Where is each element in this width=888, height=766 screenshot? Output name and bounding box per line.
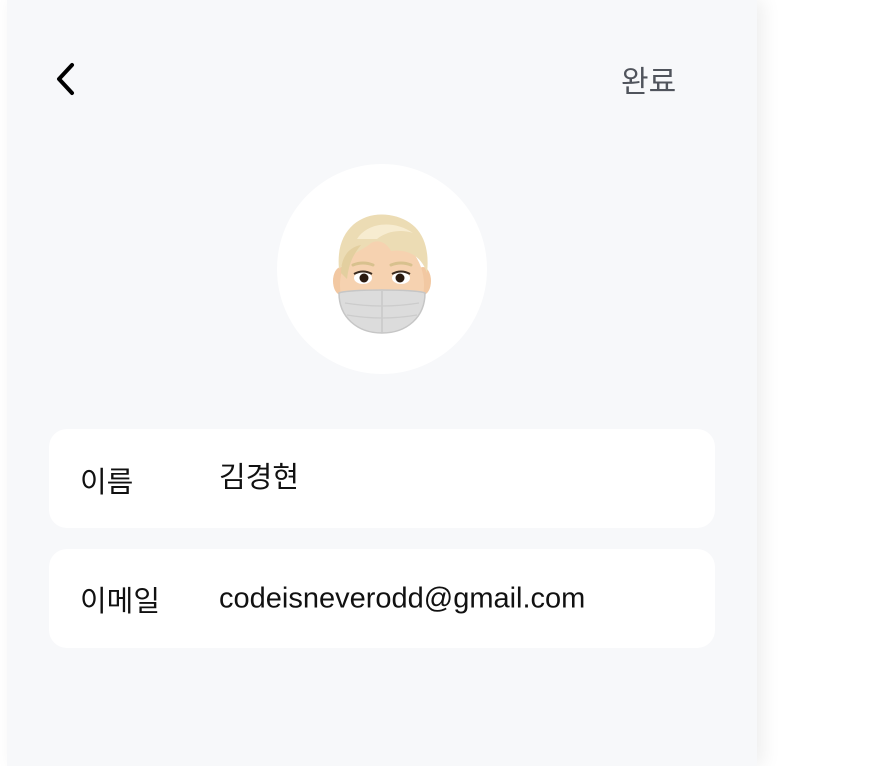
profile-edit-panel: 완료 이름 김경현 이메일 codeisneverodd@gmail.com bbox=[7, 0, 757, 766]
email-label: 이메일 bbox=[80, 585, 161, 618]
email-field[interactable]: 이메일 codeisneverodd@gmail.com bbox=[49, 549, 715, 648]
avatar[interactable] bbox=[277, 164, 487, 374]
name-value[interactable]: 김경현 bbox=[219, 454, 299, 496]
memoji-avatar-icon bbox=[333, 214, 431, 334]
email-value[interactable]: codeisneverodd@gmail.com bbox=[219, 582, 585, 615]
back-button[interactable] bbox=[47, 56, 83, 102]
name-field[interactable]: 이름 김경현 bbox=[49, 429, 715, 528]
name-label: 이름 bbox=[80, 467, 134, 500]
chevron-left-icon bbox=[57, 63, 74, 95]
done-button[interactable]: 완료 bbox=[609, 58, 688, 100]
